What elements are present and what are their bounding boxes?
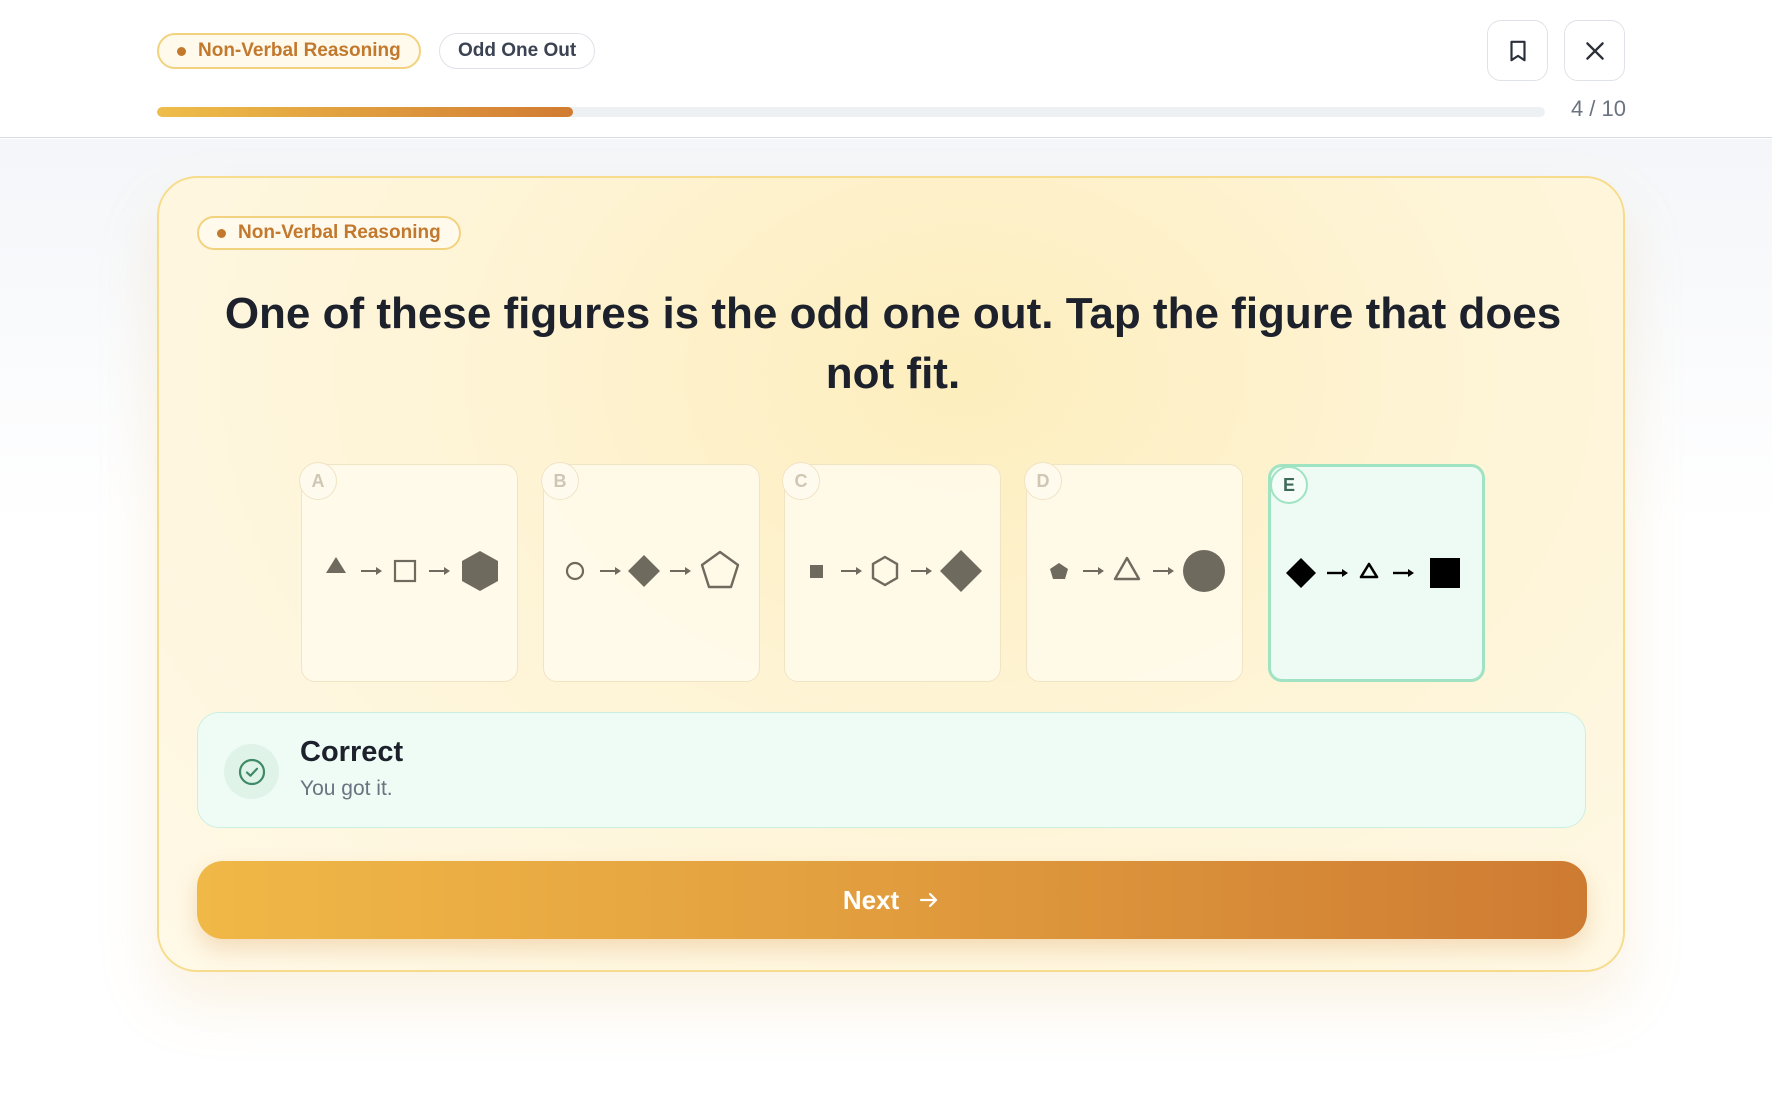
hexagon-shape — [462, 551, 498, 591]
option-letter: E — [1270, 466, 1308, 504]
next-button-label: Next — [842, 884, 900, 915]
option-b[interactable]: B — [541, 462, 760, 682]
option-e[interactable]: E — [1268, 464, 1485, 682]
option-c[interactable]: C — [782, 462, 1001, 682]
subject-chip: Non-Verbal Reasoning — [157, 33, 421, 69]
topic-chip: Odd One Out — [439, 33, 596, 69]
question-subject-dot — [217, 228, 226, 238]
figure-d — [1050, 550, 1225, 592]
option-letter: D — [1024, 462, 1062, 500]
feedback-subtitle: You got it. — [300, 777, 393, 800]
hexagon-shape — [871, 555, 899, 587]
topic-chip-label: Odd One Out — [458, 40, 577, 61]
question-subject-chip: Non-Verbal Reasoning — [197, 216, 461, 250]
triangle-shape — [1359, 562, 1379, 579]
next-button[interactable]: Next — [197, 861, 1587, 939]
diamond-shape — [1286, 558, 1316, 588]
progress-count: 4 / 10 — [1570, 96, 1626, 121]
diamond-shape — [628, 555, 660, 587]
arrow-icon — [1153, 567, 1174, 575]
circle-shape — [565, 561, 585, 581]
diamond-shape — [940, 550, 982, 592]
progress-fill — [157, 107, 574, 117]
question-subject-label: Non-Verbal Reasoning — [238, 222, 441, 243]
arrow-right-icon — [917, 888, 941, 912]
feedback-title: Correct — [300, 736, 404, 768]
answer-options: A B C D E — [299, 462, 1485, 682]
figure-b — [565, 550, 740, 589]
arrow-icon — [600, 567, 621, 575]
arrow-icon — [1393, 569, 1414, 577]
option-letter: C — [782, 462, 820, 500]
circle-shape — [1183, 550, 1225, 592]
bookmark-button[interactable] — [1487, 20, 1548, 81]
triangle-shape — [1113, 556, 1141, 581]
option-a[interactable]: A — [299, 462, 518, 682]
arrow-icon — [1083, 567, 1104, 575]
feedback-panel: Correct You got it. — [197, 712, 1586, 828]
arrow-icon — [841, 567, 862, 575]
pentagon-shape — [700, 550, 740, 589]
close-button[interactable] — [1564, 20, 1625, 81]
question-text: One of these figures is the odd one out.… — [224, 289, 1562, 398]
check-circle-icon — [224, 744, 279, 799]
square-shape — [810, 565, 823, 578]
arrow-icon — [911, 567, 932, 575]
option-d[interactable]: D — [1024, 462, 1243, 682]
arrow-icon — [361, 567, 382, 575]
triangle-shape — [326, 557, 346, 573]
progress-bar — [157, 107, 1545, 117]
pentagon-shape — [1050, 563, 1068, 579]
bookmark-icon — [1509, 40, 1526, 61]
square-shape — [393, 559, 417, 583]
figure-a — [326, 551, 498, 591]
arrow-icon — [1327, 569, 1348, 577]
figure-c — [810, 550, 982, 592]
quiz-header: Non-Verbal Reasoning Odd One Out 4 / 10 — [0, 0, 1772, 138]
subject-chip-label: Non-Verbal Reasoning — [198, 40, 401, 61]
figure-e — [1286, 558, 1460, 588]
option-letter: A — [299, 462, 337, 500]
question-card: Non-Verbal Reasoning One of these figure… — [157, 176, 1625, 972]
option-letter: B — [541, 462, 579, 500]
arrow-icon — [670, 567, 691, 575]
close-icon — [1585, 41, 1604, 60]
subject-dot — [177, 46, 186, 56]
square-shape — [1430, 558, 1460, 588]
arrow-icon — [429, 567, 450, 575]
